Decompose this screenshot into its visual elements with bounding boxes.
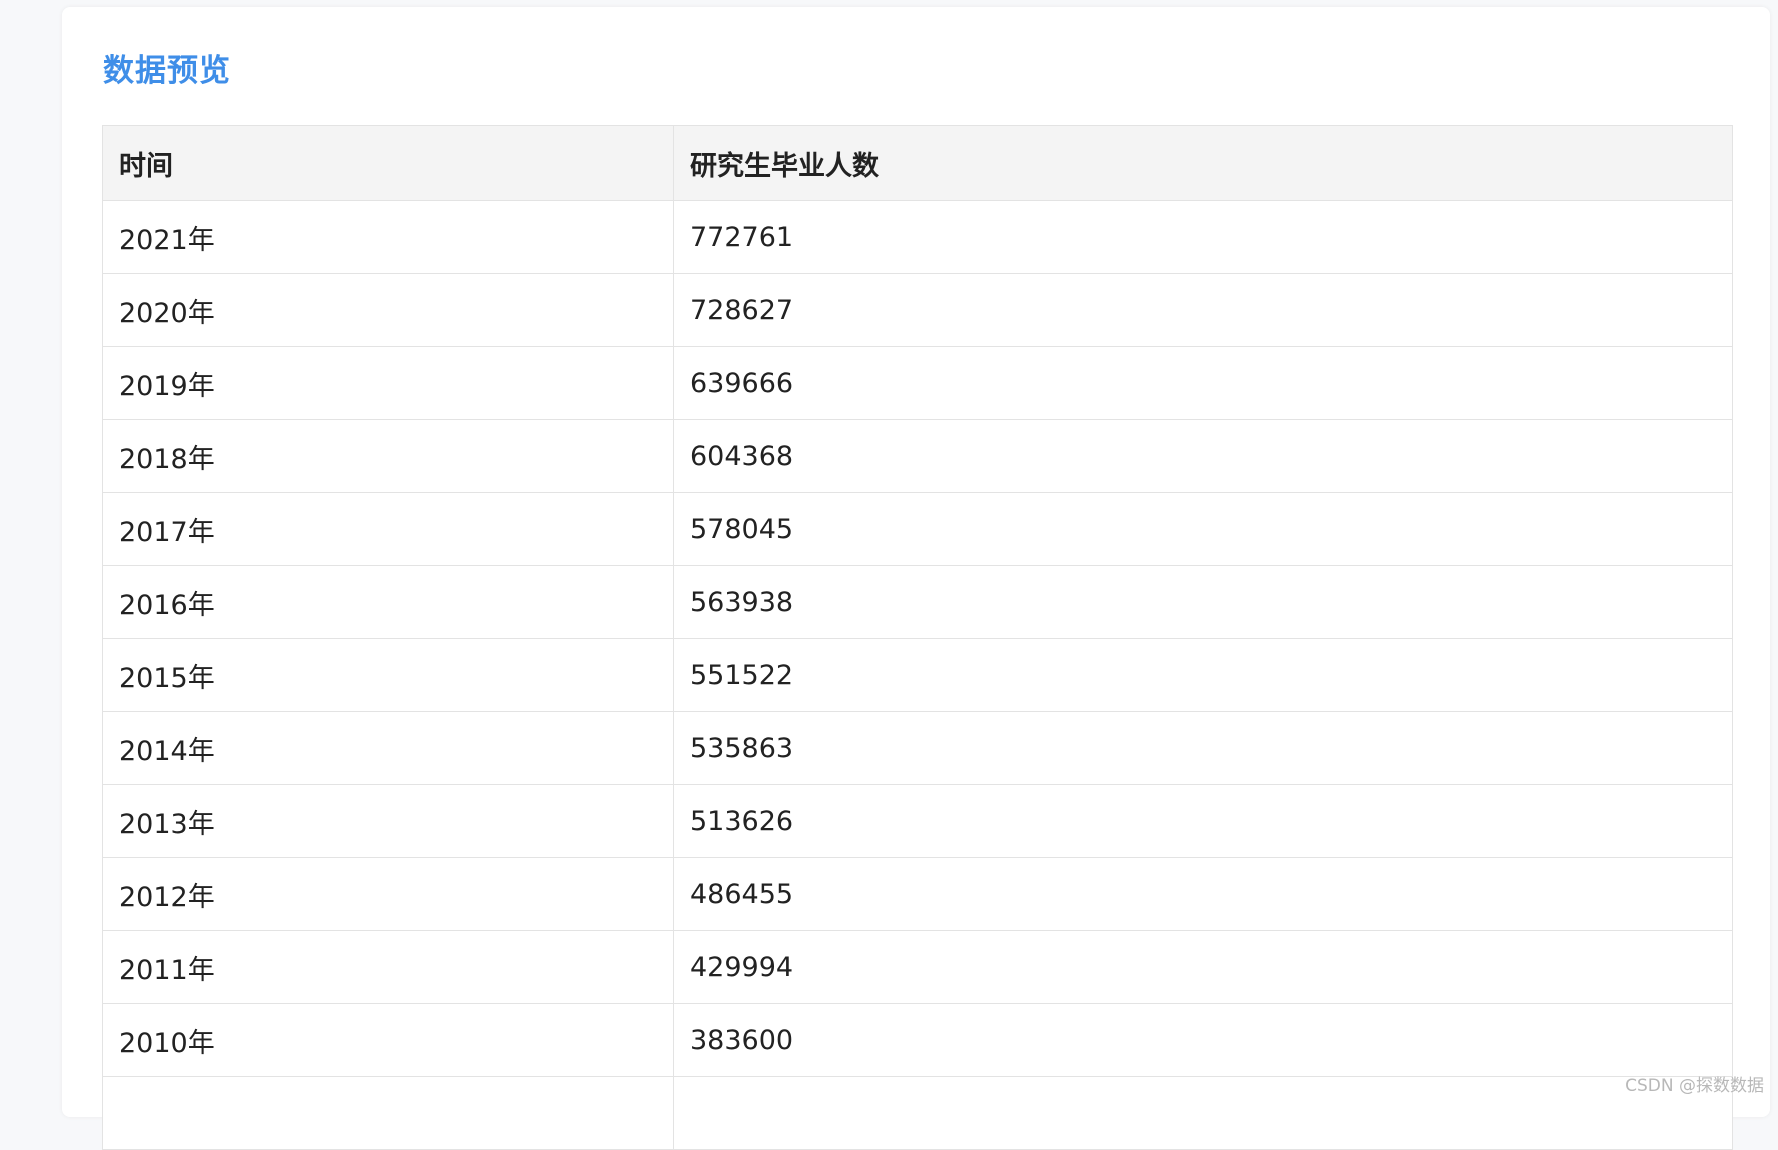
cell-year: 2017年 (102, 492, 674, 566)
data-table: 时间 研究生毕业人数 2021年 772761 2020年 728627 201… (102, 125, 1733, 1150)
cell-graduates: 535863 (673, 711, 1733, 785)
column-header-graduates: 研究生毕业人数 (673, 125, 1733, 201)
table-row: 2014年 535863 (102, 711, 1733, 785)
cell-graduates: 486455 (673, 857, 1733, 931)
column-header-time: 时间 (102, 125, 674, 201)
table-row: 2017年 578045 (102, 492, 1733, 566)
cell-graduates: 578045 (673, 492, 1733, 566)
table-row: 2010年 383600 (102, 1003, 1733, 1077)
table-row: 2019年 639666 (102, 346, 1733, 420)
table-row: 2021年 772761 (102, 200, 1733, 274)
watermark: CSDN @探数数据 (1625, 1076, 1764, 1096)
cell-year: 2019年 (102, 346, 674, 420)
cell-year (102, 1076, 674, 1150)
cell-graduates: 429994 (673, 930, 1733, 1004)
section-title: 数据预览 (103, 53, 231, 89)
cell-graduates: 604368 (673, 419, 1733, 493)
table-header-row: 时间 研究生毕业人数 (102, 125, 1733, 201)
cell-year: 2010年 (102, 1003, 674, 1077)
cell-graduates: 513626 (673, 784, 1733, 858)
table-row: 2016年 563938 (102, 565, 1733, 639)
cell-year: 2013年 (102, 784, 674, 858)
cell-year: 2016年 (102, 565, 674, 639)
cell-graduates: 563938 (673, 565, 1733, 639)
table-row (102, 1076, 1733, 1150)
cell-year: 2021年 (102, 200, 674, 274)
data-table-container: 时间 研究生毕业人数 2021年 772761 2020年 728627 201… (102, 125, 1733, 1150)
cell-graduates: 383600 (673, 1003, 1733, 1077)
cell-year: 2018年 (102, 419, 674, 493)
table-row: 2020年 728627 (102, 273, 1733, 347)
table-row: 2015年 551522 (102, 638, 1733, 712)
table-row: 2013年 513626 (102, 784, 1733, 858)
cell-year: 2020年 (102, 273, 674, 347)
table-row: 2012年 486455 (102, 857, 1733, 931)
cell-graduates (673, 1076, 1733, 1150)
table-row: 2011年 429994 (102, 930, 1733, 1004)
cell-year: 2011年 (102, 930, 674, 1004)
cell-year: 2014年 (102, 711, 674, 785)
cell-graduates: 551522 (673, 638, 1733, 712)
cell-graduates: 772761 (673, 200, 1733, 274)
cell-graduates: 639666 (673, 346, 1733, 420)
cell-graduates: 728627 (673, 273, 1733, 347)
cell-year: 2015年 (102, 638, 674, 712)
table-row: 2018年 604368 (102, 419, 1733, 493)
cell-year: 2012年 (102, 857, 674, 931)
